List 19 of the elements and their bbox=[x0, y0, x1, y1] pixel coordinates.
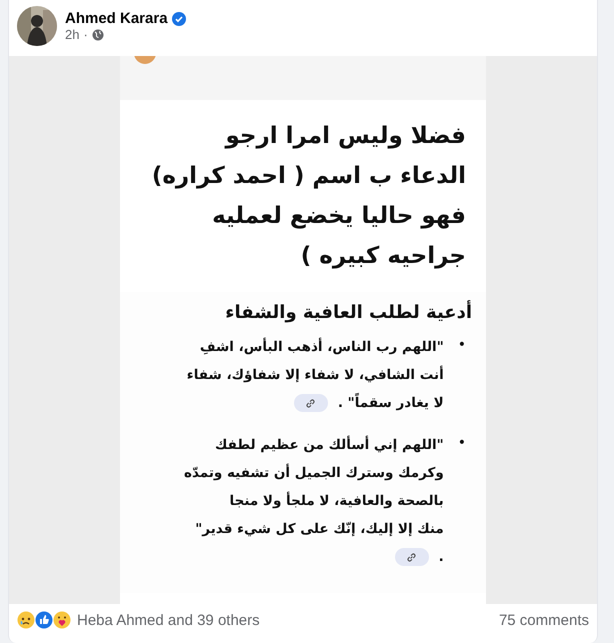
reactions-summary[interactable]: Heba Ahmed and 39 others bbox=[77, 612, 260, 628]
sad-face-icon bbox=[17, 611, 35, 629]
thumbs-up-icon bbox=[35, 611, 53, 629]
author-name[interactable]: Ahmed Karara bbox=[65, 10, 168, 27]
link-icon bbox=[406, 552, 418, 563]
link-chip[interactable] bbox=[294, 394, 328, 412]
globe-icon[interactable] bbox=[92, 28, 104, 40]
link-icon bbox=[305, 398, 316, 409]
section-title: أدعية لطلب العافية والشفاء bbox=[224, 302, 472, 323]
separator: · bbox=[83, 27, 88, 42]
prayer-text: "اللهم رب الناس، أذهب البأس، اشفِ أنت الشافي، لا شفاء إلا شفاؤك، شفاء لا يغادر سقماً" . bbox=[186, 336, 445, 414]
prayer-text: "اللهم إني أسألك من عظيم لطفك وكرمك وسترك الجميل أن تشفيه وتمدّه بالصحة والعافية، لا ملجأ ولا منجا منك إلا إليك، إنّك على كل شيء قدير" . bbox=[183, 434, 445, 568]
appeal-text: فضلا وليس امرا ارجو الدعاء ب اسم ( احمد كراره) فهو حاليا يخضع لعمليه جراحيه كبيره ) bbox=[150, 122, 467, 271]
bullet: • bbox=[458, 434, 466, 453]
post-time[interactable]: 2h bbox=[65, 27, 80, 42]
link-chip[interactable] bbox=[394, 548, 429, 566]
bullet: • bbox=[458, 336, 466, 355]
hugging-face-icon bbox=[53, 611, 71, 629]
comments-count[interactable]: 75 comments bbox=[498, 612, 589, 628]
